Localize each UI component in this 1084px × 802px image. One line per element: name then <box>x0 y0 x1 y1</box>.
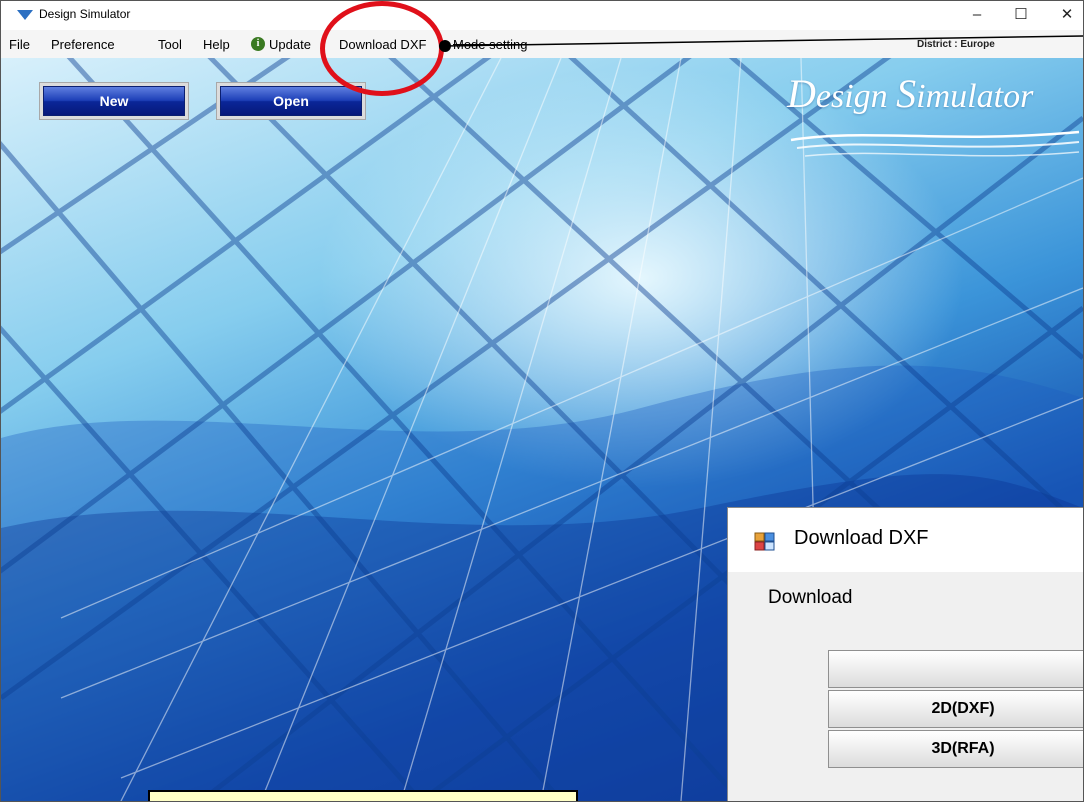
minimize-button[interactable]: – <box>957 3 997 27</box>
dialog-title-bar: Download DXF <box>728 508 1083 572</box>
logo-letter-s: S <box>896 71 917 116</box>
dialog-title: Download DXF <box>794 527 929 549</box>
title-bar: Design Simulator – ☐ ✕ <box>1 1 1083 29</box>
new-button[interactable]: New <box>43 86 185 116</box>
app-logo-icon <box>17 10 33 20</box>
info-icon[interactable]: i <box>251 37 265 51</box>
open-button-frame: Open <box>216 82 366 120</box>
highlight-circle <box>320 1 444 96</box>
window-title: Design Simulator <box>39 7 131 21</box>
app-logo: Design Simulator <box>787 70 1033 117</box>
option-2d-dxf[interactable]: 2D(DXF) <box>828 690 1083 728</box>
app-window: Design Simulator – ☐ ✕ File Preference T… <box>0 0 1084 802</box>
option-3d-rfa[interactable]: 3D(RFA) <box>828 730 1083 768</box>
logo-word-simulator: imulator <box>916 78 1034 115</box>
close-button[interactable]: ✕ <box>1047 3 1083 27</box>
menu-file[interactable]: File <box>9 37 30 52</box>
table-header-cell <box>828 650 1083 688</box>
download-dxf-dialog: Download DXF Download 2D(DXF) 3D(RFA) <box>727 507 1083 801</box>
logo-letter-d: D <box>787 71 816 116</box>
logo-word-design: esign <box>815 78 897 115</box>
pointer-line <box>444 35 1083 47</box>
logo-wave-graphic <box>790 130 1080 157</box>
new-button-frame: New <box>39 82 189 120</box>
maximize-button[interactable]: ☐ <box>1001 3 1041 27</box>
menu-help[interactable]: Help <box>203 37 230 52</box>
download-section-label: Download <box>768 587 853 608</box>
callout-box <box>148 790 578 801</box>
open-button[interactable]: Open <box>220 86 362 116</box>
menu-update[interactable]: Update <box>269 37 311 52</box>
dialog-window-icon <box>754 532 775 551</box>
menu-tool[interactable]: Tool <box>158 37 182 52</box>
menu-preference[interactable]: Preference <box>51 37 115 52</box>
